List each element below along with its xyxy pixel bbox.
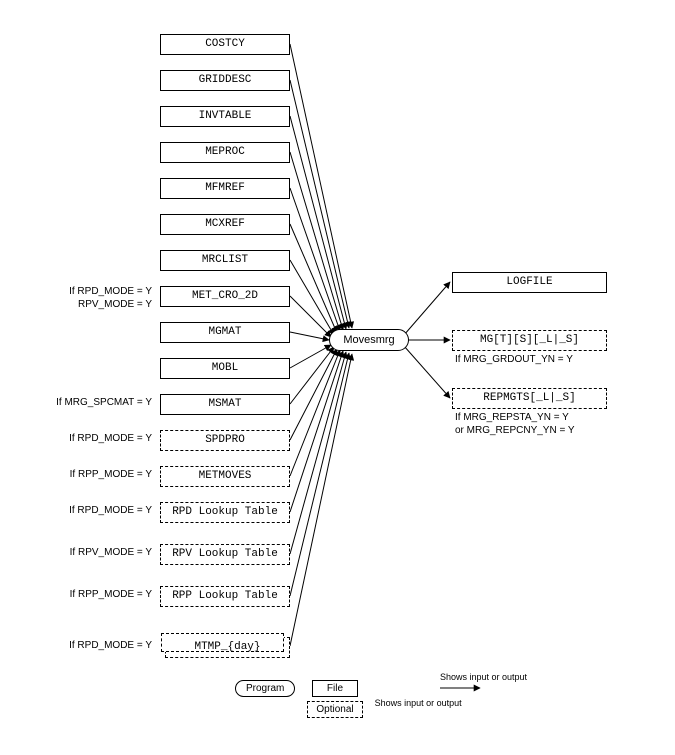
program-movesmrg: Movesmrg bbox=[329, 329, 409, 351]
input-mgmat: MGMAT bbox=[160, 322, 290, 343]
input-griddesc: GRIDDESC bbox=[160, 70, 290, 91]
legend-arrow-caption: Shows input or output bbox=[440, 672, 527, 682]
cond-rpdlut: If RPD_MODE = Y bbox=[28, 505, 152, 518]
input-mtmp: MTMP_{day} bbox=[165, 637, 290, 658]
input-metcro2d: MET_CRO_2D bbox=[160, 286, 290, 307]
legend-optional: Optional bbox=[307, 701, 362, 718]
input-rpplut: RPP Lookup Table bbox=[160, 586, 290, 607]
input-spdpro: SPDPRO bbox=[160, 430, 290, 451]
input-metmoves: METMOVES bbox=[160, 466, 290, 487]
input-meproc: MEPROC bbox=[160, 142, 290, 163]
output-repmgts: REPMGTS[_L|_S] bbox=[452, 388, 607, 409]
cond-msmat: If MRG_SPCMAT = Y bbox=[28, 397, 152, 410]
legend-program: Program bbox=[235, 680, 295, 697]
cond-metcro2d: If RPD_MODE = Y RPV_MODE = Y bbox=[28, 286, 152, 311]
input-rpdlut: RPD Lookup Table bbox=[160, 502, 290, 523]
legend-file: File bbox=[312, 680, 358, 697]
input-rpvlut: RPV Lookup Table bbox=[160, 544, 290, 565]
cond-rpplut: If RPP_MODE = Y bbox=[28, 589, 152, 602]
legend-arrow-label: Shows input or output bbox=[375, 698, 462, 708]
input-mfmref: MFMREF bbox=[160, 178, 290, 199]
cond-mgts: If MRG_GRDOUT_YN = Y bbox=[455, 354, 635, 367]
input-invtable: INVTABLE bbox=[160, 106, 290, 127]
input-mobl: MOBL bbox=[160, 358, 290, 379]
input-costcy: COSTCY bbox=[160, 34, 290, 55]
input-mrclist: MRCLIST bbox=[160, 250, 290, 271]
input-mcxref: MCXREF bbox=[160, 214, 290, 235]
cond-repmgts: If MRG_REPSTA_YN = Y or MRG_REPCNY_YN = … bbox=[455, 412, 635, 437]
cond-mtmp: If RPD_MODE = Y bbox=[28, 640, 152, 653]
cond-spdpro: If RPD_MODE = Y bbox=[28, 433, 152, 446]
input-msmat: MSMAT bbox=[160, 394, 290, 415]
output-logfile: LOGFILE bbox=[452, 272, 607, 293]
output-mgts: MG[T][S][_L|_S] bbox=[452, 330, 607, 351]
cond-metmoves: If RPP_MODE = Y bbox=[28, 469, 152, 482]
cond-rpvlut: If RPV_MODE = Y bbox=[28, 547, 152, 560]
legend: Program File Optional Shows input or out… bbox=[235, 680, 462, 718]
